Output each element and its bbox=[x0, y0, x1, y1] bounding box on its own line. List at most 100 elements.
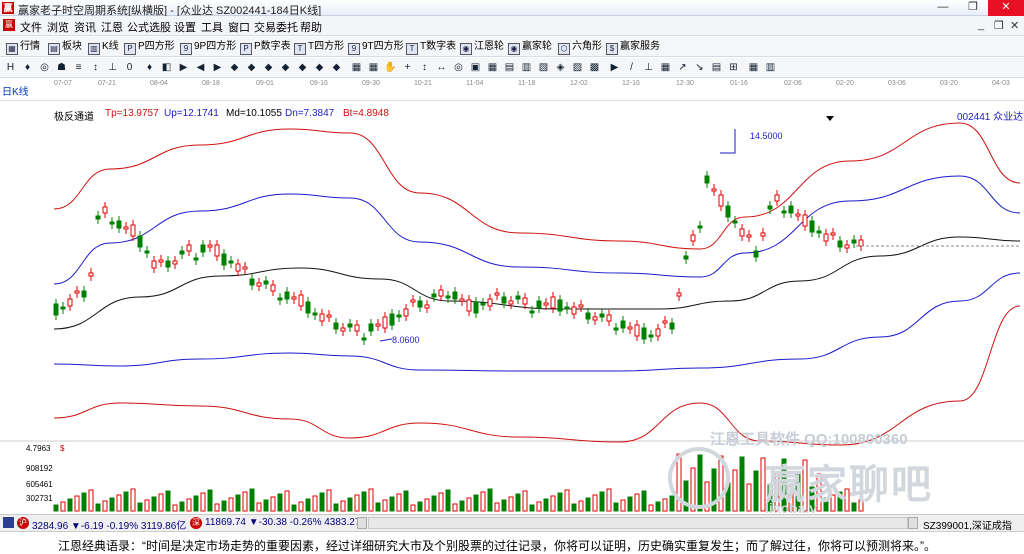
draw-tool-14-icon[interactable]: ◆ bbox=[245, 61, 258, 74]
status-grid-icon[interactable] bbox=[3, 517, 14, 528]
draw-tool-40-icon[interactable]: ↘ bbox=[693, 61, 706, 74]
toolbar-service-button[interactable]: $ 赢家服务 bbox=[606, 39, 660, 55]
draw-tool-0-icon[interactable]: H bbox=[4, 61, 17, 74]
menu-browse[interactable]: 浏览 bbox=[47, 19, 69, 35]
minimize-button[interactable]: — bbox=[928, 0, 958, 16]
toolbar-kline-button[interactable]: ▥ K线 bbox=[88, 39, 119, 55]
indicator-bt: Bt=4.8948 bbox=[343, 108, 389, 119]
draw-tool-44-icon[interactable]: ▥ bbox=[764, 61, 777, 74]
toolbar-9t-square-button[interactable]: 9 9T四方形 bbox=[348, 39, 404, 55]
mdi-close-button[interactable]: ✕ bbox=[1010, 19, 1019, 32]
draw-tool-13-icon[interactable]: ◆ bbox=[228, 61, 241, 74]
candle-body bbox=[109, 221, 115, 225]
draw-tool-20-icon[interactable]: ▦ bbox=[350, 61, 363, 74]
draw-tool-23-icon[interactable]: + bbox=[401, 61, 414, 74]
candle-body bbox=[487, 298, 493, 307]
toolbar-t-square-button[interactable]: T T四方形 bbox=[294, 39, 344, 55]
draw-tool-43-icon[interactable]: ▦ bbox=[747, 61, 760, 74]
toolbar-t-table-button[interactable]: T T数字表 bbox=[406, 39, 456, 55]
volume-bar bbox=[67, 498, 73, 512]
draw-tool-25-icon[interactable]: ↔ bbox=[435, 61, 448, 74]
draw-tool-1-icon[interactable]: ♦ bbox=[21, 61, 34, 74]
candle-body bbox=[578, 304, 584, 308]
menu-trade[interactable]: 交易委托 bbox=[254, 19, 298, 35]
draw-tool-27-icon[interactable]: ▣ bbox=[469, 61, 482, 74]
draw-tool-17-icon[interactable]: ◆ bbox=[296, 61, 309, 74]
draw-tool-32-icon[interactable]: ◈ bbox=[554, 61, 567, 74]
toolbar-gann-wheel-button[interactable]: ◉ 江恩轮 bbox=[460, 39, 504, 55]
draw-tool-24-icon[interactable]: ↕ bbox=[418, 61, 431, 74]
menu-gann[interactable]: 江恩 bbox=[101, 19, 123, 35]
status-right-index[interactable]: SZ399001,深证成指 bbox=[923, 517, 1012, 532]
toolbar-p-table-button[interactable]: P P数字表 bbox=[240, 39, 291, 55]
draw-tool-9-icon[interactable]: ◧ bbox=[160, 61, 173, 74]
draw-tool-11-icon[interactable]: ◀ bbox=[194, 61, 207, 74]
draw-tool-6-icon[interactable]: ⊥ bbox=[106, 61, 119, 74]
draw-tool-16-icon[interactable]: ◆ bbox=[279, 61, 292, 74]
menu-app-icon[interactable]: 赢 bbox=[3, 19, 15, 31]
status-scroll-right[interactable] bbox=[908, 517, 918, 529]
draw-tool-30-icon[interactable]: ▥ bbox=[520, 61, 533, 74]
toolbar-winner-wheel-button[interactable]: ◉ 赢家轮 bbox=[508, 39, 552, 55]
draw-tool-3-icon[interactable]: ☗ bbox=[55, 61, 68, 74]
close-button[interactable]: ✕ bbox=[988, 0, 1024, 16]
menu-formula[interactable]: 公式选股 bbox=[127, 19, 171, 35]
menu-window[interactable]: 窗口 bbox=[228, 19, 250, 35]
draw-tool-37-icon[interactable]: ⊥ bbox=[642, 61, 655, 74]
draw-tool-34-icon[interactable]: ▩ bbox=[588, 61, 601, 74]
period-label[interactable]: 日K线 bbox=[2, 83, 29, 98]
toolbar-9p-square-button[interactable]: 9 9P四方形 bbox=[180, 39, 236, 55]
draw-tool-26-icon[interactable]: ◎ bbox=[452, 61, 465, 74]
candle-body bbox=[732, 220, 738, 224]
hexagon-icon: ⬡ bbox=[558, 43, 570, 55]
volume-bar bbox=[452, 503, 458, 512]
draw-tool-22-icon[interactable]: ✋ bbox=[384, 61, 397, 74]
candle-body bbox=[403, 308, 409, 317]
candle-body bbox=[382, 316, 388, 329]
high-price-label: 14.5000 bbox=[750, 131, 783, 141]
draw-tool-31-icon[interactable]: ▧ bbox=[537, 61, 550, 74]
draw-tool-33-icon[interactable]: ▨ bbox=[571, 61, 584, 74]
draw-tool-36-icon[interactable]: / bbox=[625, 61, 638, 74]
candle-body bbox=[851, 239, 857, 244]
draw-tool-29-icon[interactable]: ▤ bbox=[503, 61, 516, 74]
toolbar-hexagon-button[interactable]: ⬡ 六角形 bbox=[558, 39, 602, 55]
indicator-up: Up=12.1741 bbox=[164, 108, 219, 119]
menu-tools[interactable]: 工具 bbox=[201, 19, 223, 35]
mdi-restore-button[interactable]: ❐ bbox=[994, 19, 1004, 32]
sz-index[interactable]: 11869.74 ▼-30.38 -0.26% 4383.27 bbox=[205, 517, 360, 528]
draw-tool-21-icon[interactable]: ▦ bbox=[367, 61, 380, 74]
draw-tool-39-icon[interactable]: ↗ bbox=[676, 61, 689, 74]
draw-tool-28-icon[interactable]: ▦ bbox=[486, 61, 499, 74]
draw-tool-38-icon[interactable]: ▦ bbox=[659, 61, 672, 74]
draw-tool-4-icon[interactable]: ≡ bbox=[72, 61, 85, 74]
draw-tool-18-icon[interactable]: ◆ bbox=[313, 61, 326, 74]
mdi-minimize-button[interactable]: _ bbox=[978, 19, 984, 31]
stock-label: 002441 众业达 bbox=[957, 112, 1024, 123]
draw-tool-5-icon[interactable]: ↕ bbox=[89, 61, 102, 74]
menu-help[interactable]: 帮助 bbox=[300, 19, 322, 35]
toolbar-sectors-button[interactable]: ▤ 板块 bbox=[48, 39, 82, 55]
draw-tool-7-icon[interactable]: 0 bbox=[123, 61, 136, 74]
status-scroll-track[interactable] bbox=[368, 517, 908, 529]
draw-tool-41-icon[interactable]: ▤ bbox=[710, 61, 723, 74]
toolbar-quotes-button[interactable]: ▦ 行情 bbox=[6, 39, 40, 55]
status-scroll-left[interactable] bbox=[357, 517, 367, 529]
menu-settings[interactable]: 设置 bbox=[174, 19, 196, 35]
draw-tool-8-icon[interactable]: ♦ bbox=[143, 61, 156, 74]
draw-tool-2-icon[interactable]: ◎ bbox=[38, 61, 51, 74]
draw-tool-42-icon[interactable]: ⊞ bbox=[727, 61, 740, 74]
menu-news[interactable]: 资讯 bbox=[74, 19, 96, 35]
draw-tool-12-icon[interactable]: ▶ bbox=[211, 61, 224, 74]
draw-tool-15-icon[interactable]: ◆ bbox=[262, 61, 275, 74]
sh-index[interactable]: 3284.96 ▼-6.19 -0.19% 3119.86亿 bbox=[32, 517, 186, 532]
draw-tool-10-icon[interactable]: ▶ bbox=[177, 61, 190, 74]
candle-body bbox=[158, 259, 164, 263]
restore-button[interactable]: ❐ bbox=[958, 0, 988, 16]
candle-body bbox=[795, 213, 801, 217]
menu-file[interactable]: 文件 bbox=[20, 19, 42, 35]
toolbar-p-square-button[interactable]: P P四方形 bbox=[124, 39, 175, 55]
draw-tool-35-icon[interactable]: ▶ bbox=[608, 61, 621, 74]
candle-body bbox=[130, 224, 136, 237]
draw-tool-19-icon[interactable]: ◆ bbox=[330, 61, 343, 74]
